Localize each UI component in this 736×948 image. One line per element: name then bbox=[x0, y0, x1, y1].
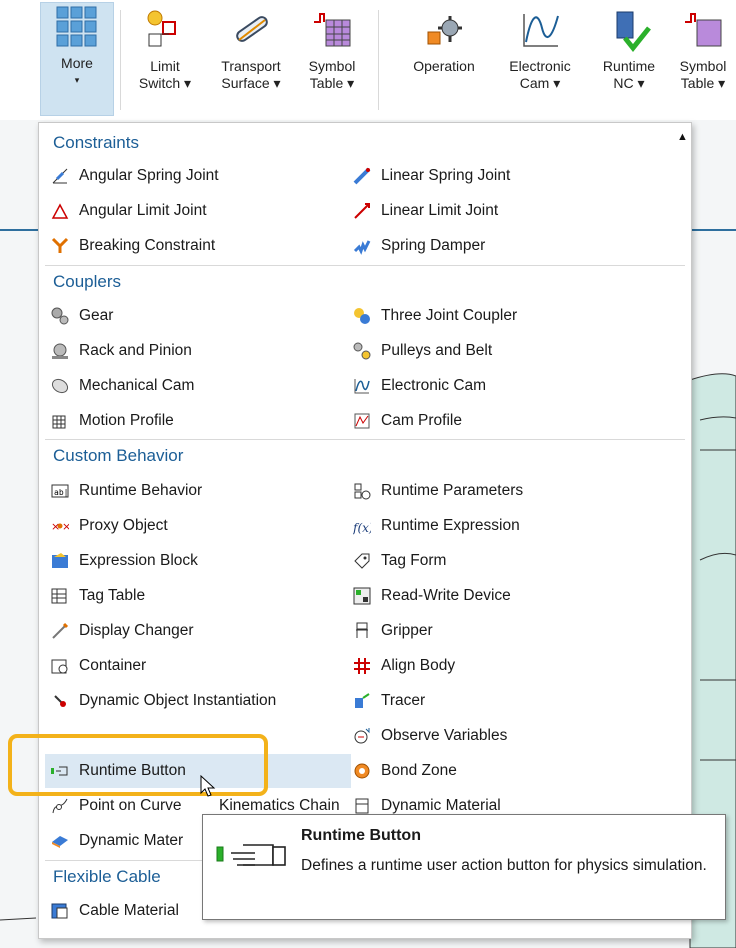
limit-switch-icon bbox=[143, 8, 187, 52]
electronic-cam-label-2: Cam ▾ bbox=[519, 75, 561, 91]
breaking-constraint-icon bbox=[51, 237, 69, 255]
limit-switch-button[interactable]: Limit Switch ▾ bbox=[130, 6, 200, 92]
transport-surface-label-1: Transport bbox=[221, 58, 281, 74]
electronic-cam-icon bbox=[518, 8, 562, 52]
read-write-device-icon bbox=[353, 587, 371, 605]
section-divider bbox=[45, 439, 685, 440]
tooltip-runtime-button: Runtime Button Defines a runtime user ac… bbox=[202, 814, 726, 920]
gripper-icon bbox=[353, 622, 371, 640]
runtime-nc-label-2: NC ▾ bbox=[613, 75, 645, 91]
point-on-curve-icon bbox=[51, 797, 69, 815]
callout-highlight bbox=[8, 734, 268, 796]
rack-and-pinion-icon bbox=[51, 342, 69, 360]
tracer-icon bbox=[353, 692, 371, 710]
operation-label-1: Operation bbox=[413, 58, 475, 74]
ribbon-separator bbox=[378, 10, 379, 110]
runtime-nc-icon bbox=[607, 8, 651, 52]
transport-surface-label-2: Surface ▾ bbox=[221, 75, 281, 91]
paintbrush-icon bbox=[51, 622, 69, 640]
operation-button[interactable]: Operation bbox=[398, 6, 490, 75]
section-header-flexible-cable: Flexible Cable bbox=[53, 867, 161, 886]
svg-text:f(x): f(x) bbox=[353, 521, 371, 535]
tooltip-description: Defines a runtime user action button for… bbox=[301, 857, 707, 874]
proxy-object-icon: × × bbox=[51, 517, 69, 535]
section-header-custom-behavior: Custom Behavior bbox=[53, 446, 184, 465]
spring-damper-icon bbox=[353, 237, 371, 255]
operation-icon bbox=[422, 8, 466, 52]
runtime-nc-label-1: Runtime bbox=[602, 58, 656, 74]
electronic-cam-button[interactable]: Electronic Cam ▾ bbox=[496, 6, 584, 92]
gear-icon bbox=[51, 307, 69, 325]
three-joint-coupler-icon bbox=[353, 307, 371, 325]
symbol-table-icon bbox=[310, 8, 354, 52]
section-divider bbox=[45, 860, 205, 861]
dynamic-material-icon bbox=[51, 832, 69, 850]
symbol-table-2-label-2: Table ▾ bbox=[680, 75, 726, 91]
conveyor-icon bbox=[229, 8, 273, 52]
runtime-parameters-icon bbox=[353, 482, 371, 500]
motion-profile-icon bbox=[51, 412, 69, 430]
dynamic-material-icon bbox=[353, 797, 371, 815]
tag-form-icon bbox=[353, 552, 371, 570]
cam-profile-icon bbox=[353, 412, 371, 430]
pulleys-and-belt-icon bbox=[353, 342, 371, 360]
bond-zone-icon bbox=[353, 762, 371, 780]
container-icon bbox=[51, 657, 69, 675]
dynamic-object-instantiation-icon bbox=[51, 692, 69, 710]
symbol-table-label-2: Table ▾ bbox=[309, 75, 355, 91]
symbol-table-2-button[interactable]: Symbol Table ▾ bbox=[670, 6, 736, 92]
runtime-behavior-icon: ab| bbox=[51, 482, 69, 500]
symbol-table-button[interactable]: Symbol Table ▾ bbox=[298, 6, 366, 92]
runtime-nc-button[interactable]: Runtime NC ▾ bbox=[592, 6, 666, 92]
angular-limit-joint-icon bbox=[51, 202, 69, 220]
ribbon-toolbar: More ▾ Limit Switch ▾ Transport Surface … bbox=[0, 0, 736, 120]
grid-icon bbox=[55, 5, 99, 49]
section-header-constraints: Constraints bbox=[53, 133, 139, 152]
mouse-cursor-icon bbox=[200, 775, 218, 799]
align-body-icon bbox=[353, 657, 371, 675]
more-gallery-button[interactable]: More ▾ bbox=[40, 2, 114, 116]
symbol-table-label-1: Symbol bbox=[308, 58, 356, 74]
electronic-cam-label-1: Electronic bbox=[509, 58, 571, 74]
section-header-couplers: Couplers bbox=[53, 272, 122, 291]
chevron-down-icon: ▾ bbox=[74, 75, 80, 85]
section-divider bbox=[45, 265, 685, 266]
linear-limit-joint-icon bbox=[353, 202, 371, 220]
tag-table-icon bbox=[51, 587, 69, 605]
electronic-cam-icon bbox=[353, 377, 371, 395]
symbol-table-2-label-1: Symbol bbox=[679, 58, 727, 74]
limit-switch-label-1: Limit bbox=[150, 58, 180, 74]
tooltip-title: Runtime Button bbox=[301, 827, 421, 844]
scroll-up-icon[interactable]: ▲ bbox=[677, 131, 688, 143]
runtime-button-icon bbox=[215, 835, 289, 875]
ribbon-separator bbox=[120, 10, 121, 110]
runtime-expression-icon: f(x) bbox=[353, 517, 371, 535]
transport-surface-button[interactable]: Transport Surface ▾ bbox=[210, 6, 292, 92]
angular-spring-joint-icon bbox=[51, 167, 69, 185]
mechanical-cam-icon bbox=[51, 377, 69, 395]
linear-spring-joint-icon bbox=[353, 167, 371, 185]
expression-block-icon bbox=[51, 552, 69, 570]
limit-switch-label-2: Switch ▾ bbox=[138, 75, 192, 91]
svg-text:ab|: ab| bbox=[54, 488, 68, 497]
more-label: More bbox=[61, 55, 93, 71]
observe-variables-icon bbox=[353, 727, 371, 745]
svg-text:×: × bbox=[62, 520, 69, 533]
cable-material-icon bbox=[51, 902, 69, 920]
symbol-table-icon bbox=[681, 8, 725, 52]
